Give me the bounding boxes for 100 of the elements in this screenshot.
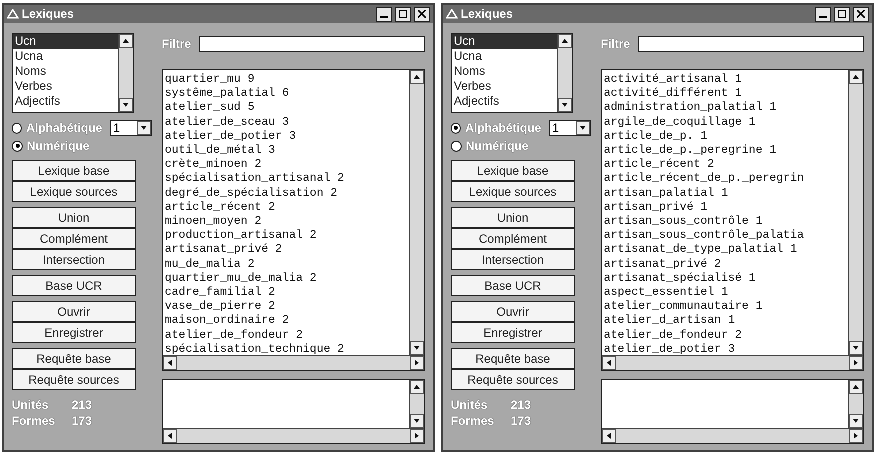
vertical-scrollbar[interactable] xyxy=(118,34,133,112)
lexicon-entry[interactable]: atelier_d_artisan 1 xyxy=(604,314,846,329)
lexicon-entry[interactable]: article_récent_de_p._peregrin xyxy=(604,172,846,187)
lexicon-entry[interactable]: artisan_privé 1 xyxy=(604,200,846,216)
vertical-scrollbar[interactable] xyxy=(409,70,424,355)
lexicon-entry[interactable]: activité_artisanal 1 xyxy=(604,73,846,88)
lexicon-entry[interactable]: artisan_sous_contrôle 1 xyxy=(604,215,846,230)
lexicon-entry[interactable]: artisan_sous_contrôle_palatia xyxy=(604,229,846,244)
lexicon-entry[interactable]: activité_différent 1 xyxy=(604,87,846,102)
action-button[interactable]: Requête sources xyxy=(451,369,575,390)
minimize-button[interactable] xyxy=(376,6,392,22)
dropdown[interactable]: 1 xyxy=(549,120,591,136)
lexicon-entry[interactable]: atelier_de_fondeur 2 xyxy=(604,328,846,343)
action-button[interactable]: Enregistrer xyxy=(451,322,575,343)
vertical-scrollbar[interactable] xyxy=(557,34,572,112)
maximize-icon xyxy=(399,10,407,18)
horizontal-scrollbar[interactable] xyxy=(602,355,863,370)
radio-button[interactable] xyxy=(451,140,462,152)
maximize-button[interactable] xyxy=(395,6,411,22)
lexicon-entry[interactable]: aspect_essentiel 1 xyxy=(604,286,846,300)
action-button[interactable]: Lexique sources xyxy=(451,181,575,202)
category-item[interactable]: Ucn xyxy=(452,34,557,49)
action-button[interactable]: Enregistrer xyxy=(12,322,136,343)
radio-button[interactable] xyxy=(12,122,22,134)
radio-button[interactable] xyxy=(451,122,462,134)
lexicon-entry[interactable]: article_récent 2 xyxy=(604,158,846,172)
horizontal-scrollbar[interactable] xyxy=(163,428,424,443)
app-icon xyxy=(7,9,19,19)
vertical-scrollbar[interactable] xyxy=(848,380,863,428)
lexicon-entry[interactable]: spécialisation_artisanal 2 xyxy=(165,172,407,187)
category-item[interactable]: Verbes xyxy=(13,79,118,94)
close-button[interactable] xyxy=(853,6,869,22)
action-button[interactable]: Requête base xyxy=(12,348,136,369)
lexicon-entry[interactable]: artisanat_spécialisé 1 xyxy=(604,272,846,286)
category-item[interactable]: Adjectifs xyxy=(452,94,557,109)
lexicon-entry[interactable]: cadre_familial 2 xyxy=(165,286,407,300)
action-button[interactable]: Union xyxy=(451,207,575,228)
lexicon-entry[interactable]: atelier_de_potier 3 xyxy=(165,130,407,144)
lexicon-entry[interactable]: artisan_palatial 1 xyxy=(604,186,846,201)
lexicon-entry[interactable]: minoen_moyen 2 xyxy=(165,215,407,230)
lexicon-entry[interactable]: atelier_de_fondeur 2 xyxy=(165,328,407,343)
category-item[interactable]: Ucn xyxy=(13,34,118,49)
lexicon-entry[interactable]: crète_minoen 2 xyxy=(165,158,407,172)
action-button[interactable]: Complément xyxy=(451,228,575,249)
lexicon-entry[interactable]: article_récent 2 xyxy=(165,200,407,216)
category-item[interactable]: Verbes xyxy=(452,79,557,94)
category-item[interactable]: Noms xyxy=(452,64,557,79)
action-button[interactable]: Ouvrir xyxy=(451,301,575,322)
maximize-button[interactable] xyxy=(834,6,850,22)
lexicon-entry[interactable]: systême_palatial 6 xyxy=(165,87,407,102)
action-button[interactable]: Requête base xyxy=(451,348,575,369)
lexicon-entry[interactable]: artisanat_privé 2 xyxy=(165,243,407,258)
lexicon-entry[interactable]: article_de_p. 1 xyxy=(604,130,846,144)
dropdown[interactable]: 1 xyxy=(110,120,152,136)
lexicon-entry[interactable]: atelier_de_sceau 3 xyxy=(165,116,407,130)
lexicon-entry[interactable]: quartier_mu 9 xyxy=(165,73,407,88)
category-item[interactable]: Ucna xyxy=(13,49,118,64)
vertical-scrollbar[interactable] xyxy=(409,380,424,428)
action-button[interactable]: Intersection xyxy=(12,249,136,270)
lexicon-entry[interactable]: artisanat_privé 2 xyxy=(604,258,846,272)
action-button[interactable]: Intersection xyxy=(451,249,575,270)
lexicon-entry[interactable]: argile_de_coquillage 1 xyxy=(604,116,846,130)
horizontal-scrollbar[interactable] xyxy=(163,355,424,370)
minimize-button[interactable] xyxy=(815,6,831,22)
filter-field[interactable] xyxy=(638,36,864,52)
action-button[interactable]: Ouvrir xyxy=(12,301,136,322)
lexicon-entry[interactable]: atelier_sud 5 xyxy=(165,101,407,116)
lexicon-entry[interactable]: quartier_mu_de_malia 2 xyxy=(165,272,407,286)
category-item[interactable]: Noms xyxy=(13,64,118,79)
lexicon-entry[interactable]: vase_de_pierre 2 xyxy=(165,300,407,314)
lexicon-entry[interactable]: administration_palatial 1 xyxy=(604,101,846,116)
lexicon-entry[interactable]: production_artisanal 2 xyxy=(165,229,407,244)
lexicon-entry[interactable]: spécialisation_technique 2 xyxy=(165,342,407,355)
category-item[interactable]: Ucna xyxy=(452,49,557,64)
lexicon-entry[interactable]: mu_de_malia 2 xyxy=(165,258,407,272)
vertical-scrollbar[interactable] xyxy=(848,70,863,355)
stat-label: Formes xyxy=(451,414,496,428)
maximize-icon xyxy=(838,10,846,18)
lexicon-entry[interactable]: article_de_p._peregrine 1 xyxy=(604,144,846,158)
filter-field[interactable] xyxy=(199,36,425,52)
action-button[interactable]: Lexique sources xyxy=(12,181,136,202)
lexicon-entry[interactable]: degré_de_spécialisation 2 xyxy=(165,186,407,201)
action-button[interactable]: Lexique base xyxy=(451,160,575,181)
text-area[interactable] xyxy=(601,379,864,444)
text-area[interactable] xyxy=(162,379,425,444)
close-button[interactable] xyxy=(414,6,430,22)
lexicon-entry[interactable]: outil_de_métal 3 xyxy=(165,144,407,158)
lexicon-entry[interactable]: artisanat_de_type_palatial 1 xyxy=(604,243,846,258)
action-button[interactable]: Base UCR xyxy=(451,275,575,296)
action-button[interactable]: Lexique base xyxy=(12,160,136,181)
horizontal-scrollbar[interactable] xyxy=(602,428,863,443)
action-button[interactable]: Complément xyxy=(12,228,136,249)
lexicon-entry[interactable]: atelier_de_potier 3 xyxy=(604,342,846,355)
action-button[interactable]: Base UCR xyxy=(12,275,136,296)
action-button[interactable]: Requête sources xyxy=(12,369,136,390)
lexicon-entry[interactable]: maison_ordinaire 2 xyxy=(165,314,407,329)
lexicon-entry[interactable]: atelier_communautaire 1 xyxy=(604,300,846,314)
radio-button[interactable] xyxy=(12,140,23,152)
category-item[interactable]: Adjectifs xyxy=(13,94,118,109)
action-button[interactable]: Union xyxy=(12,207,136,228)
